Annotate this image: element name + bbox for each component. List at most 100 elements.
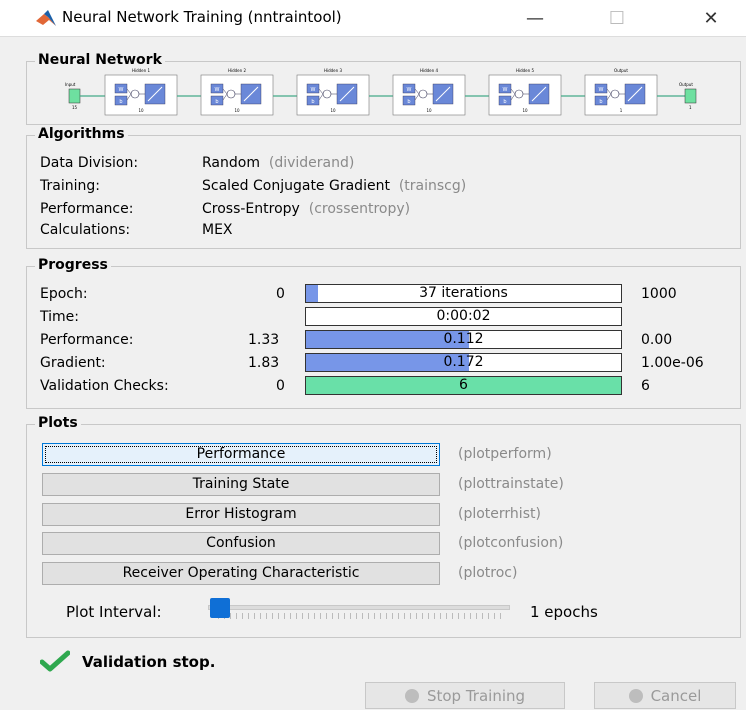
algo-value-calculations: MEX [202,222,233,238]
bias-label: b [119,99,122,105]
plot-roc-button[interactable]: Receiver Operating Characteristic [42,562,440,585]
checkmark-icon [40,650,70,672]
maximize-button[interactable]: ☐ [594,0,640,36]
algo-label-performance: Performance: [40,201,134,217]
progress-min-epoch: 0 [276,286,285,302]
plot-training-state-func: (plottrainstate) [458,476,564,492]
plot-performance-func: (plotperform) [458,446,552,462]
output-node [684,88,697,104]
algo-value-performance: Cross-Entropy (crossentropy) [202,201,410,217]
weight-label: W [503,87,508,93]
plot-performance-button[interactable]: Performance [42,443,440,466]
plot-confusion-func: (plotconfusion) [458,535,564,551]
weight-label: W [215,87,220,93]
output-size: 1 [689,105,692,110]
output-label: Output [679,82,693,87]
algo-label-training: Training: [40,178,100,194]
progress-legend: Progress [35,257,111,273]
sum-node [418,89,428,99]
algo-value-text: Random [202,155,260,171]
plot-error-histogram-button[interactable]: Error Histogram [42,503,440,526]
plot-error-histogram-func: (ploterrhist) [458,506,541,522]
weight-label: W [407,87,412,93]
network-diagram: Input 15 Hidden 1 10 Wb Hidden 2 10 Wb Hidden … [65,68,697,116]
plot-training-state-button[interactable]: Training State [42,473,440,496]
algo-value-division: Random (dividerand) [202,155,354,171]
plot-interval-value: 1 epochs [530,603,598,621]
plot-interval-track[interactable] [208,605,510,610]
sum-node [514,89,524,99]
layer-size: 10 [426,108,432,113]
layer-name: Hidden 3 [324,68,342,73]
matlab-logo-icon [36,10,56,26]
input-size: 15 [72,105,78,110]
stop-training-button[interactable]: Stop Training [365,682,565,709]
layer-name: Hidden 1 [132,68,150,73]
time-progress-bar: 0:00:02 [305,307,622,326]
algo-func-text: (crossentropy) [308,201,411,217]
progress-label-time: Time: [40,309,79,325]
plot-interval-label: Plot Interval: [66,603,162,621]
sum-node [226,89,236,99]
bar-text: 37 iterations [419,285,508,301]
algo-label-division: Data Division: [40,155,139,171]
progress-max-epoch: 1000 [641,286,677,302]
cancel-icon [628,688,643,703]
algo-value-training: Scaled Conjugate Gradient (trainscg) [202,178,466,194]
weight-label: W [119,87,124,93]
plot-interval-slider[interactable] [210,598,230,618]
nntraintool-window: Neural Network Training (nntraintool) — … [0,0,746,710]
algo-value-text: Scaled Conjugate Gradient [202,178,390,194]
progress-max-gradient: 1.00e-06 [641,355,704,371]
plot-interval-ticks [218,613,506,619]
progress-label-validation: Validation Checks: [40,378,169,394]
layer-name: Hidden 2 [228,68,246,73]
algo-label-calculations: Calculations: [40,222,131,238]
neural-network-group: Neural Network Input 15 Hidden 1 10 Wb Hidd… [26,52,741,125]
layer-size: 10 [522,108,528,113]
algo-func-text: (dividerand) [268,155,355,171]
plot-confusion-button[interactable]: Confusion [42,532,440,555]
progress-label-epoch: Epoch: [40,286,88,302]
cancel-label: Cancel [650,686,702,705]
performance-progress-bar: 0.112 [305,330,622,349]
plot-roc-func: (plotroc) [458,565,518,581]
progress-min-gradient: 1.83 [248,355,280,371]
layer-name: Output [614,68,628,73]
algo-func-text: (trainscg) [398,178,467,194]
sum-node [610,89,620,99]
bar-text: 6 [459,377,468,393]
progress-min-performance: 1.33 [248,332,280,348]
progress-label-performance: Performance: [40,332,134,348]
minimize-button[interactable]: — [512,0,558,36]
bar-text: 0:00:02 [436,308,491,324]
algo-value-text: Cross-Entropy [202,201,300,217]
layer-size: 10 [234,108,240,113]
stop-training-label: Stop Training [426,686,526,705]
maximize-icon: ☐ [608,7,626,29]
input-label: Input [65,82,76,87]
plots-legend: Plots [35,415,81,431]
title-bar: Neural Network Training (nntraintool) — … [0,0,746,37]
gradient-progress-bar: 0.172 [305,353,622,372]
progress-max-performance: 0.00 [641,332,673,348]
weight-label: W [311,87,316,93]
close-icon: ✕ [703,7,719,29]
layer-name: Hidden 4 [420,68,438,73]
bar-text: 0.112 [443,331,484,347]
close-button[interactable]: ✕ [688,0,734,36]
bias-label: b [503,99,506,105]
validation-progress-bar: 6 [305,376,622,395]
sum-node [130,89,140,99]
window-title: Neural Network Training (nntraintool) [62,8,342,26]
weight-label: W [599,87,604,93]
epoch-progress-bar: 37 iterations [305,284,622,303]
bias-label: b [599,99,602,105]
layer-size: 10 [330,108,336,113]
algorithms-legend: Algorithms [35,126,128,142]
sum-node [322,89,332,99]
bar-text: 0.172 [443,354,484,370]
minimize-icon: — [526,7,544,29]
cancel-button[interactable]: Cancel [594,682,736,709]
layer-size: 1 [620,108,623,113]
